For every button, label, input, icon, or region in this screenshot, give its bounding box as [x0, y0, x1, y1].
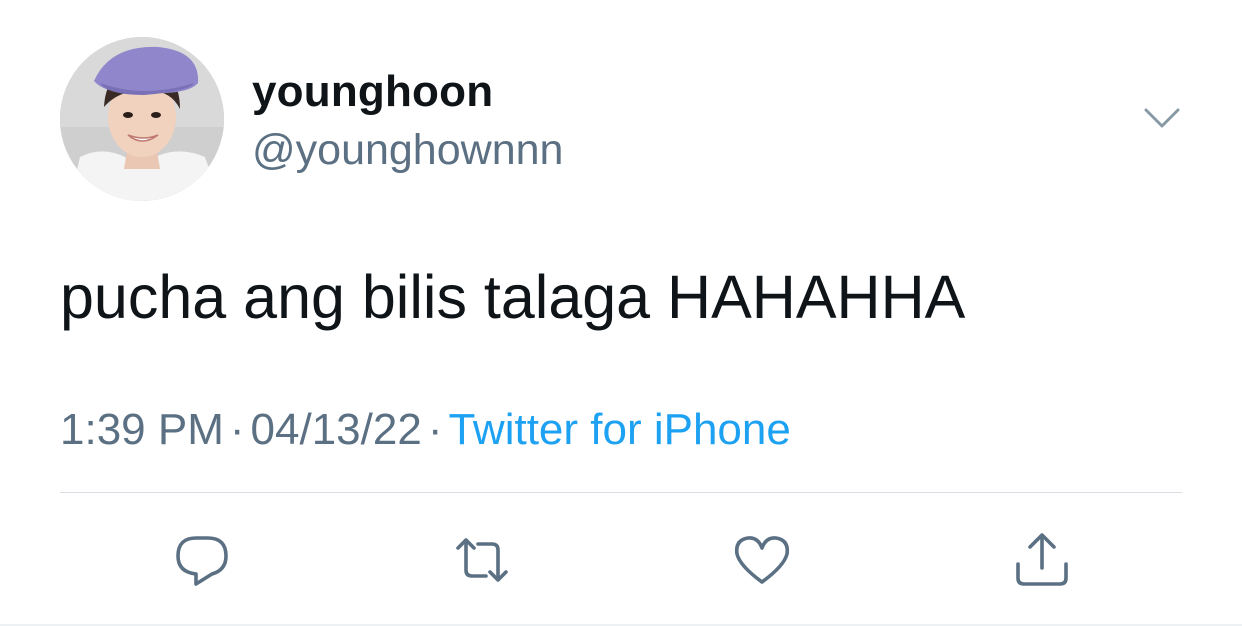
- tweet-detail: younghoon @younghownnn pucha ang bilis t…: [0, 0, 1242, 626]
- avatar-photo: [60, 37, 224, 201]
- tweet-metadata: 1:39 PM · 04/13/22 · Twitter for iPhone: [60, 404, 791, 456]
- tweet-text: pucha ang bilis talaga HAHAHHA: [60, 263, 966, 331]
- avatar[interactable]: [60, 37, 224, 201]
- retweet-icon[interactable]: [452, 530, 512, 590]
- separator-dot: ·: [229, 405, 245, 454]
- user-handle[interactable]: @younghownnn: [252, 124, 563, 176]
- tweet-source-link[interactable]: Twitter for iPhone: [448, 405, 790, 454]
- divider: [60, 492, 1182, 493]
- heart-icon[interactable]: [732, 530, 792, 590]
- reply-icon[interactable]: [172, 530, 232, 590]
- share-icon[interactable]: [1012, 530, 1072, 590]
- chevron-down-icon[interactable]: [1140, 100, 1184, 136]
- display-name[interactable]: younghoon: [252, 66, 493, 118]
- tweet-date[interactable]: 04/13/22: [251, 405, 422, 454]
- tweet-time[interactable]: 1:39 PM: [60, 405, 224, 454]
- separator-dot: ·: [427, 405, 443, 454]
